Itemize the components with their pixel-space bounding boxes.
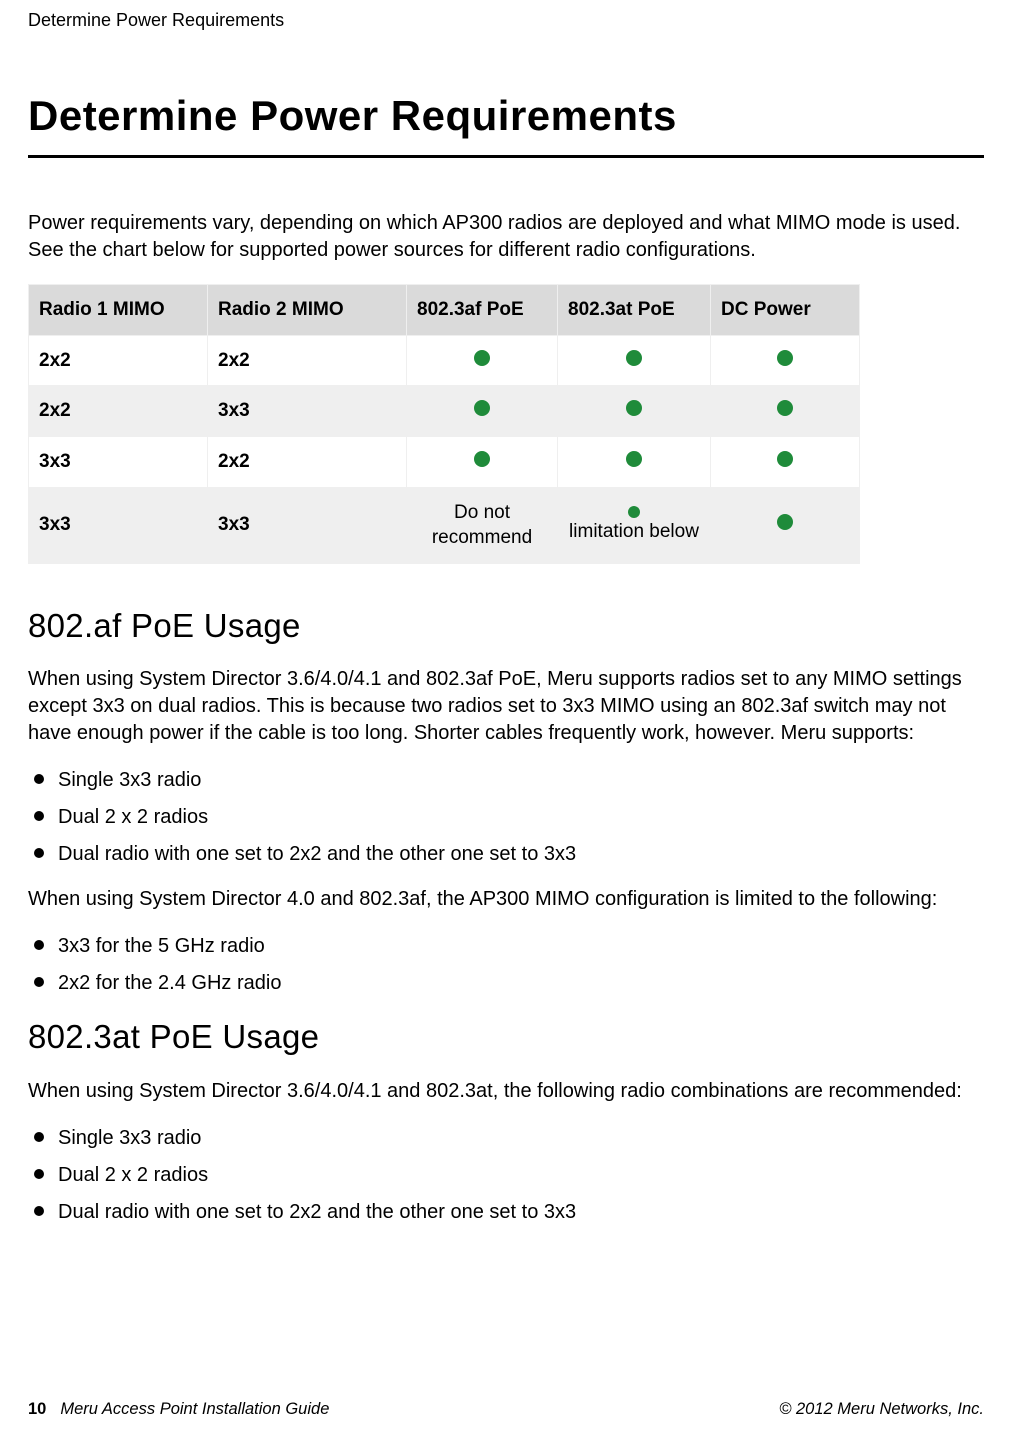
cell-value: 2x2 bbox=[218, 451, 250, 472]
table-row: 2x2 2x2 bbox=[29, 335, 860, 386]
cell-radio1: 2x2 bbox=[29, 386, 208, 437]
cell-dc bbox=[711, 335, 860, 386]
af-paragraph-2: When using System Director 4.0 and 802.3… bbox=[28, 886, 984, 913]
cell-af bbox=[407, 436, 558, 487]
cell-value: 3x3 bbox=[218, 400, 250, 421]
list-item: Single 3x3 radio bbox=[28, 1125, 984, 1152]
table-row: 3x3 2x2 bbox=[29, 436, 860, 487]
cell-radio2: 3x3 bbox=[208, 386, 407, 437]
list-item: Dual radio with one set to 2x2 and the o… bbox=[28, 841, 984, 868]
list-item: Dual radio with one set to 2x2 and the o… bbox=[28, 1199, 984, 1226]
col-header-radio2: Radio 2 MIMO bbox=[208, 284, 407, 335]
at-paragraph-1: When using System Director 3.6/4.0/4.1 a… bbox=[28, 1078, 984, 1105]
cell-dc bbox=[711, 436, 860, 487]
table-row: 3x3 3x3 Do not recommend limitation belo… bbox=[29, 487, 860, 563]
supported-dot-icon bbox=[474, 350, 490, 366]
supported-dot-icon bbox=[777, 451, 793, 467]
supported-dot-icon bbox=[626, 350, 642, 366]
list-item: 3x3 for the 5 GHz radio bbox=[28, 933, 984, 960]
cell-value: 2x2 bbox=[218, 350, 250, 371]
cell-radio2: 3x3 bbox=[208, 487, 407, 563]
footer-doc-title: Meru Access Point Installation Guide bbox=[60, 1398, 329, 1420]
col-header-radio1: Radio 1 MIMO bbox=[29, 284, 208, 335]
page: Determine Power Requirements Determine P… bbox=[0, 0, 1012, 1450]
running-head: Determine Power Requirements bbox=[28, 8, 984, 32]
cell-value: 2x2 bbox=[39, 400, 71, 421]
cell-at bbox=[558, 335, 711, 386]
col-header-dc: DC Power bbox=[711, 284, 860, 335]
list-item: Dual 2 x 2 radios bbox=[28, 804, 984, 831]
af-list-1: Single 3x3 radio Dual 2 x 2 radios Dual … bbox=[28, 767, 984, 868]
cell-value: 3x3 bbox=[39, 451, 71, 472]
cell-radio1: 3x3 bbox=[29, 487, 208, 563]
col-header-af: 802.3af PoE bbox=[407, 284, 558, 335]
cell-value: 3x3 bbox=[39, 514, 71, 535]
cell-value: 2x2 bbox=[39, 350, 71, 371]
cell-value: 3x3 bbox=[218, 514, 250, 535]
cell-af bbox=[407, 386, 558, 437]
cell-radio2: 2x2 bbox=[208, 436, 407, 487]
supported-dot-icon bbox=[626, 400, 642, 416]
supported-dot-icon bbox=[626, 451, 642, 467]
cell-at bbox=[558, 436, 711, 487]
af-paragraph-1: When using System Director 3.6/4.0/4.1 a… bbox=[28, 666, 984, 747]
table-row: 2x2 3x3 bbox=[29, 386, 860, 437]
cell-radio1: 3x3 bbox=[29, 436, 208, 487]
supported-dot-icon bbox=[777, 350, 793, 366]
af-list-2: 3x3 for the 5 GHz radio 2x2 for the 2.4 … bbox=[28, 933, 984, 997]
cell-af: Do not recommend bbox=[407, 487, 558, 563]
intro-paragraph: Power requirements vary, depending on wh… bbox=[28, 210, 984, 264]
cell-dc bbox=[711, 487, 860, 563]
footer-copyright: © 2012 Meru Networks, Inc. bbox=[779, 1398, 984, 1420]
supported-dot-icon bbox=[628, 506, 640, 518]
cell-at bbox=[558, 386, 711, 437]
cell-af-text: Do not recommend bbox=[432, 502, 532, 549]
cell-radio2: 2x2 bbox=[208, 335, 407, 386]
cell-radio1: 2x2 bbox=[29, 335, 208, 386]
section-heading-at: 802.3at PoE Usage bbox=[28, 1015, 984, 1060]
cell-at-text: limitation below bbox=[569, 520, 699, 544]
page-number: 10 bbox=[28, 1398, 46, 1420]
heading-rule bbox=[28, 155, 984, 158]
list-item: Dual 2 x 2 radios bbox=[28, 1162, 984, 1189]
at-list-1: Single 3x3 radio Dual 2 x 2 radios Dual … bbox=[28, 1125, 984, 1226]
list-item: 2x2 for the 2.4 GHz radio bbox=[28, 970, 984, 997]
supported-dot-icon bbox=[777, 514, 793, 530]
cell-at: limitation below bbox=[558, 487, 711, 563]
page-footer: 10 Meru Access Point Installation Guide … bbox=[28, 1398, 984, 1420]
page-title: Determine Power Requirements bbox=[28, 88, 984, 145]
list-item: Single 3x3 radio bbox=[28, 767, 984, 794]
section-heading-af: 802.af PoE Usage bbox=[28, 604, 984, 649]
supported-dot-icon bbox=[474, 451, 490, 467]
cell-af bbox=[407, 335, 558, 386]
col-header-at: 802.3at PoE bbox=[558, 284, 711, 335]
supported-dot-icon bbox=[474, 400, 490, 416]
cell-dc bbox=[711, 386, 860, 437]
power-requirements-table: Radio 1 MIMO Radio 2 MIMO 802.3af PoE 80… bbox=[28, 284, 860, 564]
supported-dot-icon bbox=[777, 400, 793, 416]
table-header-row: Radio 1 MIMO Radio 2 MIMO 802.3af PoE 80… bbox=[29, 284, 860, 335]
